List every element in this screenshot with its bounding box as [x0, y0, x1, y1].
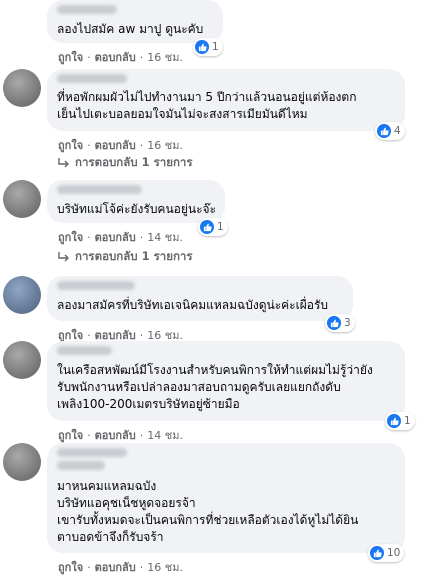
- author-name-redacted[interactable]: [57, 448, 127, 457]
- comment-actions: ถูกใจ · ตอบกลับ · 16 ชม.: [58, 558, 183, 576]
- view-replies-link[interactable]: การตอบกลับ 1 รายการ: [58, 154, 193, 172]
- like-icon: [195, 40, 209, 54]
- author-name-redacted[interactable]: [57, 74, 127, 83]
- like-link[interactable]: ถูกใจ: [58, 48, 83, 66]
- reaction-count[interactable]: 4: [375, 122, 405, 140]
- reaction-number: 4: [394, 125, 401, 137]
- comment-bubble[interactable]: มาหนคมแหลมฉบัง บริษัทแอคุชเน็ชหูดจอยรจ้า…: [47, 443, 405, 553]
- comment-time[interactable]: 16 ชม.: [147, 48, 183, 66]
- like-link[interactable]: ถูกใจ: [58, 558, 83, 576]
- reaction-count[interactable]: 1: [193, 38, 223, 56]
- comment-text: ลองมาสมัครที่บริษัทเอเจนิคมแหลมฉบังดูน่ะ…: [57, 298, 329, 312]
- avatar[interactable]: [3, 443, 41, 481]
- view-replies-label: การตอบกลับ 1 รายการ: [75, 155, 193, 169]
- reaction-count[interactable]: 3: [325, 314, 355, 332]
- reply-link[interactable]: ตอบกลับ: [95, 48, 136, 66]
- like-icon: [377, 124, 391, 138]
- comment-bubble[interactable]: ในเครือสหพัฒน์มีโรงงานสำหรับคนพิการให้ทำ…: [47, 341, 405, 421]
- like-link[interactable]: ถูกใจ: [58, 426, 83, 444]
- comment-time[interactable]: 16 ชม.: [147, 136, 183, 154]
- comment-actions: ถูกใจ · ตอบกลับ · 16 ชม.: [58, 48, 183, 66]
- comment-time[interactable]: 14 ชม.: [147, 228, 183, 246]
- comment-time[interactable]: 16 ชม.: [147, 558, 183, 576]
- like-icon: [327, 316, 341, 330]
- like-icon: [370, 546, 384, 560]
- avatar[interactable]: [3, 69, 41, 107]
- reaction-count[interactable]: 10: [368, 544, 405, 562]
- reaction-count[interactable]: 1: [385, 412, 415, 430]
- comment-bubble[interactable]: บริษัทแม่โจ้ค่ะยังรับคนอยู่นะจ๊ะ: [47, 180, 225, 223]
- reaction-number: 1: [212, 41, 219, 53]
- comment-actions: ถูกใจ · ตอบกลับ · 14 ชม.: [58, 228, 183, 246]
- like-icon: [200, 220, 214, 234]
- author-name-redacted[interactable]: [57, 346, 112, 355]
- view-replies-label: การตอบกลับ 1 รายการ: [75, 249, 193, 263]
- reaction-number: 1: [217, 221, 224, 233]
- like-icon: [387, 414, 401, 428]
- like-link[interactable]: ถูกใจ: [58, 228, 83, 246]
- comment-text: ลองไปสมัค aw มาปู ดูนะคับ: [57, 22, 204, 36]
- reply-link[interactable]: ตอบกลับ: [95, 426, 136, 444]
- avatar[interactable]: [3, 180, 41, 218]
- reply-link[interactable]: ตอบกลับ: [95, 228, 136, 246]
- reply-arrow-icon: [58, 158, 69, 168]
- reply-link[interactable]: ตอบกลับ: [95, 136, 136, 154]
- like-link[interactable]: ถูกใจ: [58, 136, 83, 154]
- comment-actions: ถูกใจ · ตอบกลับ · 14 ชม.: [58, 426, 183, 444]
- reaction-number: 1: [404, 415, 411, 427]
- reaction-number: 3: [344, 317, 351, 329]
- comment-text: ในเครือสหพัฒน์มีโรงงานสำหรับคนพิการให้ทำ…: [57, 363, 373, 411]
- reaction-count[interactable]: 1: [198, 218, 228, 236]
- author-name-redacted[interactable]: [57, 461, 105, 470]
- comment-bubble[interactable]: ลองมาสมัครที่บริษัทเอเจนิคมแหลมฉบังดูน่ะ…: [47, 276, 353, 321]
- comment-text: บริษัทแม่โจ้ค่ะยังรับคนอยู่นะจ๊ะ: [57, 202, 217, 216]
- comment-time[interactable]: 14 ชม.: [147, 426, 183, 444]
- avatar[interactable]: [3, 341, 41, 379]
- comment-bubble[interactable]: ที่หอพักผมผัวไม่ไปทำงานมา 5 ปีกว่าแล้วนอ…: [47, 69, 405, 131]
- author-name-redacted[interactable]: [57, 185, 142, 194]
- comment-bubble[interactable]: ลองไปสมัค aw มาปู ดูนะคับ: [47, 0, 223, 43]
- comment-text: ที่หอพักผมผัวไม่ไปทำงานมา 5 ปีกว่าแล้วนอ…: [57, 90, 357, 121]
- reply-arrow-icon: [58, 252, 69, 262]
- author-name-redacted[interactable]: [57, 281, 135, 290]
- comment-actions: ถูกใจ · ตอบกลับ · 16 ชม.: [58, 136, 183, 154]
- reply-link[interactable]: ตอบกลับ: [95, 558, 136, 576]
- view-replies-link[interactable]: การตอบกลับ 1 รายการ: [58, 248, 193, 266]
- comment-text: มาหนคมแหลมฉบัง บริษัทแอคุชเน็ชหูดจอยรจ้า…: [57, 479, 359, 544]
- avatar[interactable]: [3, 276, 41, 314]
- reaction-number: 10: [387, 547, 401, 559]
- author-name-redacted[interactable]: [57, 5, 117, 14]
